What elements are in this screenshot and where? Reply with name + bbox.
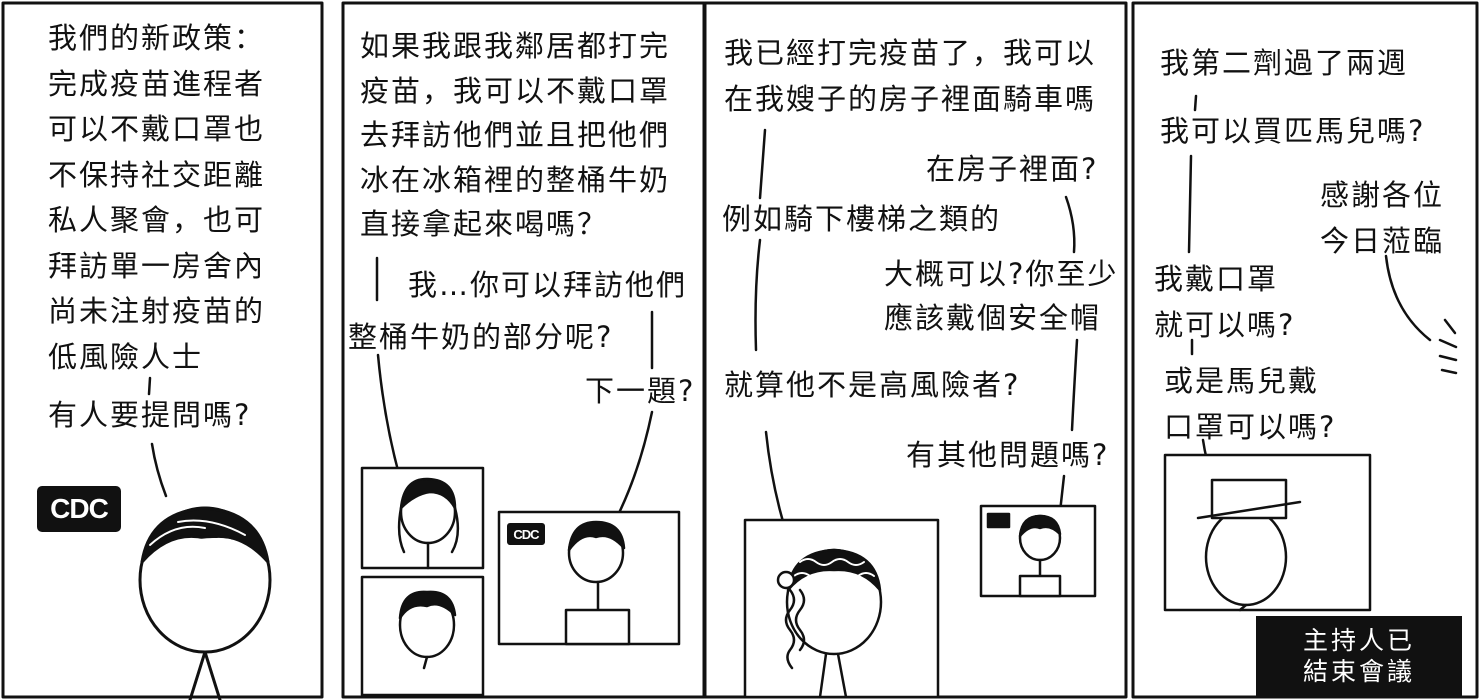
meeting-ended-banner: 主持人已 結束會議 [1256, 616, 1462, 696]
panel-2-answer: 我…你可以拜訪他們 [408, 268, 688, 302]
panel-3-video-tile-rider [743, 518, 940, 699]
panel-2-video-tile-man [360, 575, 485, 697]
panel-2-question: 如果我跟我鄰居都打完 疫苗，我可以不戴口罩 去拜訪他們並且把他們 冰在冰箱裡的整… [360, 29, 671, 241]
panel-2-cdc-logo-text: CDC [513, 526, 539, 542]
panel-1-announcement: 我們的新政策： 完成疫苗進程者 可以不戴口罩也 不保持社交距離 私人聚會，也可 … [48, 21, 266, 374]
panel-4-question-2: 我可以買匹馬兒嗎? [1160, 114, 1426, 148]
panel-1-speech-tails [147, 376, 168, 498]
panel-4-thanks: 感謝各位 今日蒞臨 [1320, 178, 1445, 258]
panel-2-cdc-logo: CDC [507, 523, 545, 545]
applause-lines [1438, 318, 1458, 375]
tiny-cdc-logo [986, 512, 1011, 529]
cdc-logo-text: CDC [50, 493, 109, 524]
panel-2-next-question: 下一題? [585, 374, 696, 408]
panel-4-video-tile-hat-man [1163, 453, 1372, 612]
panel-3-question: 我已經打完疫苗了，我可以 在我嫂子的房子裡面騎車嗎 [724, 36, 1097, 116]
panel-3-followup: 就算他不是高風險者? [724, 368, 1021, 402]
panel-3-example: 例如騎下樓梯之類的 [722, 202, 1002, 236]
panel-3-clarify: 在房子裡面? [926, 152, 1099, 186]
cdc-speaker-figure [138, 506, 272, 700]
panel-3-next-question: 有其他問題嗎? [906, 438, 1110, 472]
panel-3-video-tile-cdc [979, 504, 1097, 598]
panel-4-question-1: 我第二劑過了兩週 [1160, 46, 1409, 80]
cdc-logo: CDC [37, 486, 121, 532]
panel-2-followup: 整桶牛奶的部分呢? [348, 320, 614, 354]
panel-4-question-4: 或是馬兒戴 口罩可以嗎? [1164, 364, 1337, 444]
panel-4-question-3: 我戴口罩 就可以嗎? [1154, 262, 1296, 342]
panel-1-question-prompt: 有人要提問嗎? [48, 398, 252, 432]
panel-3-answer: 大概可以?你至少 應該戴個安全帽 [884, 257, 1119, 335]
panel-2-video-tile-woman [360, 466, 485, 570]
